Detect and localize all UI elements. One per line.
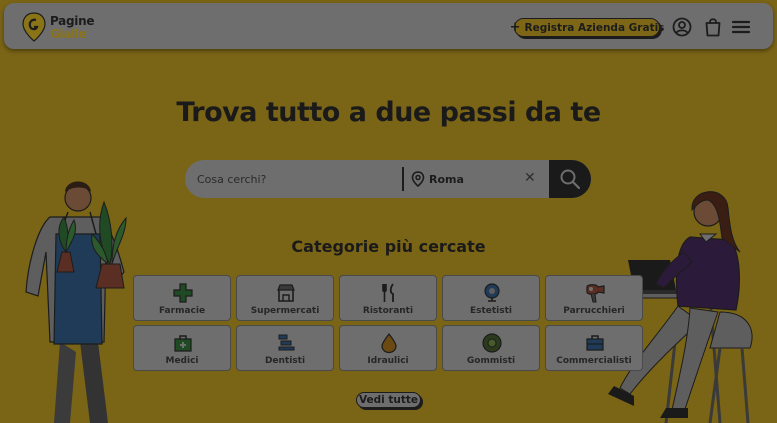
category-label: Idraulici (367, 356, 409, 366)
register-business-label: Registra Azienda Gratis (524, 21, 665, 34)
plus-icon: + (509, 20, 521, 35)
tire-icon (482, 333, 502, 353)
category-label: Medici (165, 356, 199, 366)
category-label: Commercialisti (556, 356, 632, 366)
menu-icon[interactable] (730, 16, 752, 38)
shopping-bag-icon[interactable] (702, 16, 724, 38)
category-label: Farmacie (158, 306, 206, 316)
register-business-button[interactable]: + Registra Azienda Gratis (510, 18, 664, 37)
category-card-gommisti[interactable]: Gommisti (442, 325, 540, 371)
page: Pagine Gialle + Registra Azienda Gratis (0, 0, 777, 423)
search-submit-button[interactable] (549, 160, 591, 198)
category-card-parrucchieri[interactable]: Parrucchieri (545, 275, 643, 321)
store-icon (277, 284, 295, 302)
category-label: Ristoranti (362, 306, 414, 316)
category-card-medici[interactable]: Medici (133, 325, 231, 371)
category-card-commercialisti[interactable]: Commercialisti (545, 325, 643, 371)
categories-title: Categorie più cercate (291, 237, 486, 256)
category-label: Supermercati (250, 306, 320, 316)
category-card-idraulici[interactable]: Idraulici (339, 325, 437, 371)
hero-title: Trova tutto a due passi da te (176, 97, 601, 128)
search-divider (402, 167, 404, 191)
gardener-illustration (25, 181, 127, 423)
category-label: Estetisti (469, 306, 513, 316)
close-icon[interactable]: ✕ (524, 170, 536, 186)
logo-text-line2: Gialle (50, 27, 87, 41)
location-pin-icon (411, 171, 425, 187)
category-label: Dentisti (264, 356, 306, 366)
fork-knife-icon (382, 283, 394, 302)
where-search-input[interactable]: Roma (429, 160, 509, 198)
category-card-ristoranti[interactable]: Ristoranti (339, 275, 437, 321)
pharmacy-cross-icon (173, 283, 193, 303)
user-icon[interactable] (671, 16, 693, 38)
category-card-dentisti[interactable]: Dentisti (236, 325, 334, 371)
what-search-input[interactable]: Cosa cerchi? (197, 160, 397, 198)
logo-pin-icon (22, 12, 46, 42)
dental-chair-icon (278, 334, 295, 351)
category-label: Gommisti (466, 356, 516, 366)
category-card-supermercati[interactable]: Supermercati (236, 275, 334, 321)
see-all-categories-button[interactable]: Vedi tutte (356, 392, 421, 408)
water-drop-icon (381, 333, 397, 354)
search-bar: Cosa cerchi? Roma ✕ (185, 160, 591, 198)
top-header: Pagine Gialle + Registra Azienda Gratis (4, 3, 773, 49)
pagine-gialle-logo[interactable]: Pagine Gialle (20, 10, 94, 44)
search-icon (560, 169, 581, 190)
logo-text-line1: Pagine (50, 14, 95, 28)
category-card-estetisti[interactable]: Estetisti (442, 275, 540, 321)
medical-bag-icon (174, 335, 192, 352)
briefcase-icon (586, 335, 604, 351)
hairdryer-icon (586, 284, 605, 303)
category-card-farmacie[interactable]: Farmacie (133, 275, 231, 321)
category-label: Parrucchieri (563, 306, 625, 316)
beauty-icon (484, 283, 500, 302)
